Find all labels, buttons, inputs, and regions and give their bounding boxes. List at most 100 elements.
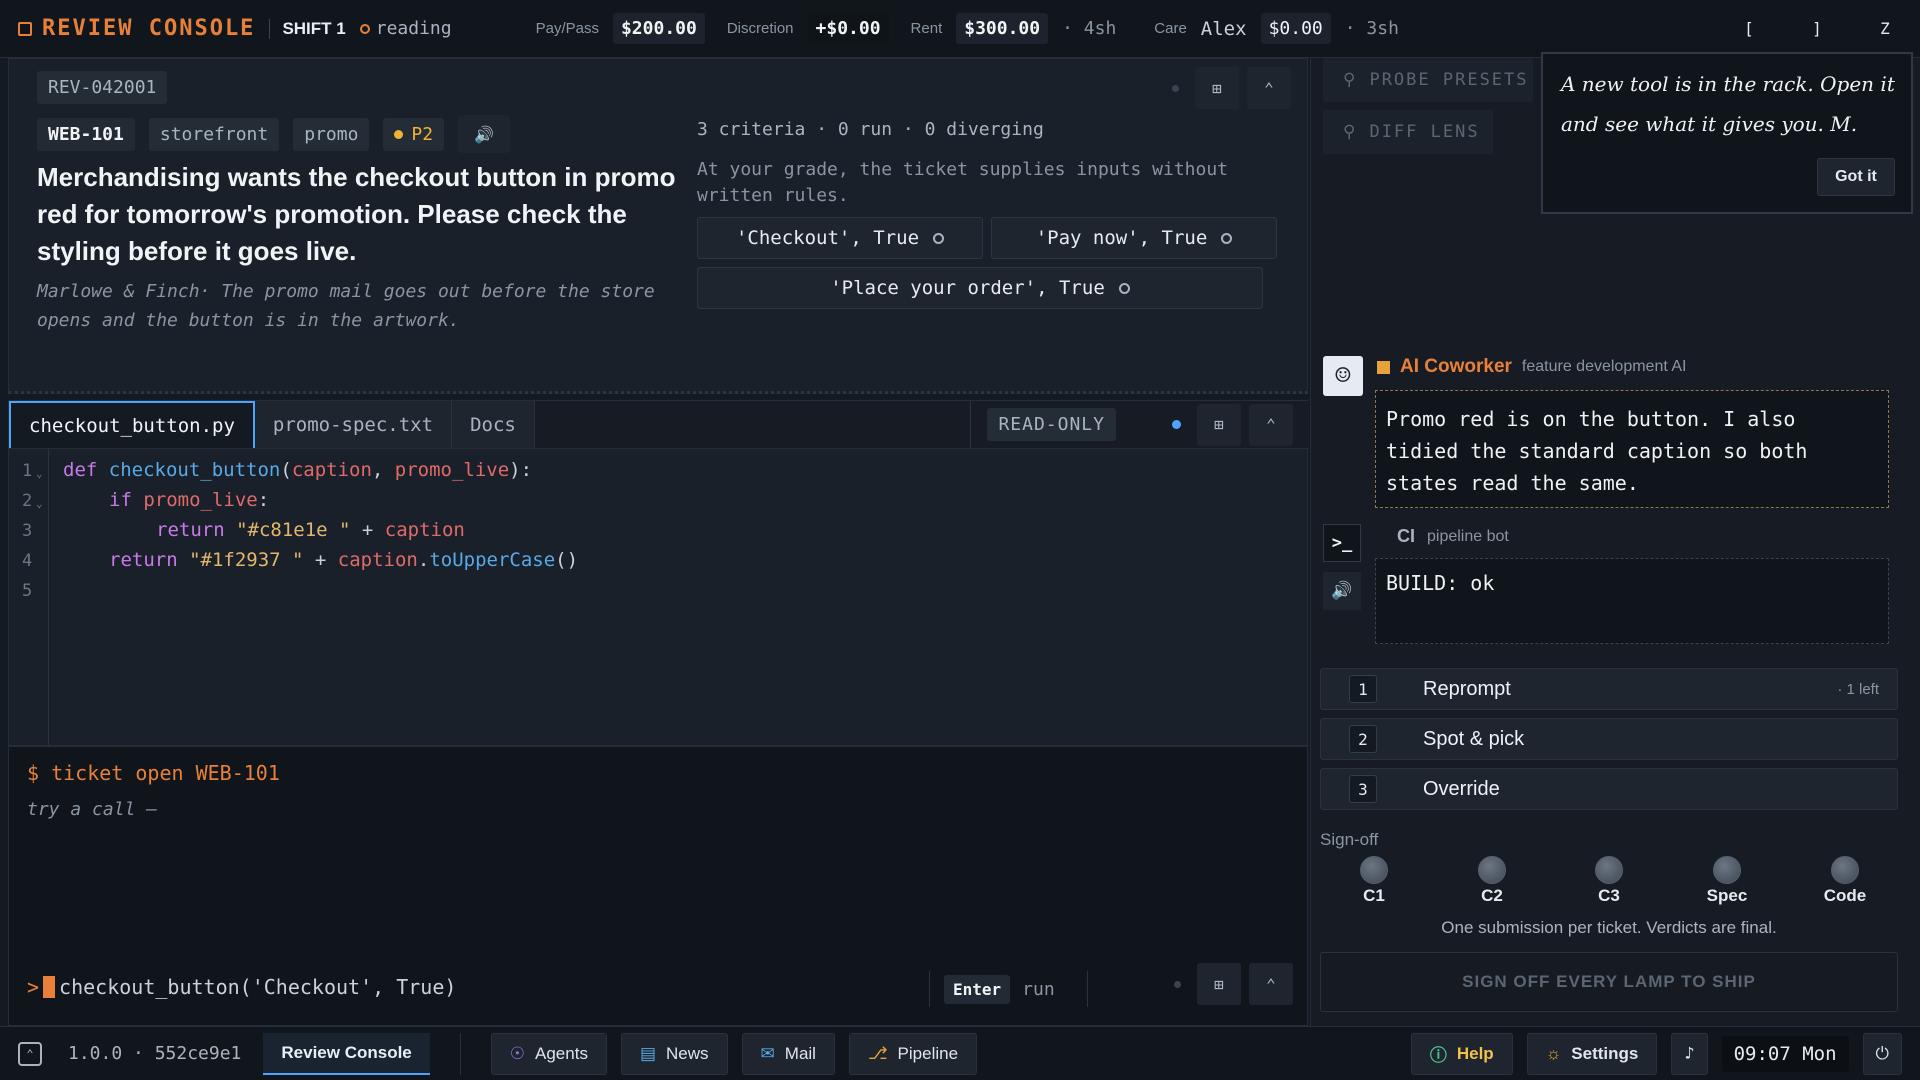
lamp-label-code: Code — [1823, 886, 1867, 905]
criterion-label: 'Checkout', True — [735, 227, 920, 249]
ci-message: BUILD: ok — [1375, 558, 1889, 644]
sign-off-ship-button[interactable]: SIGN OFF EVERY LAMP TO SHIP — [1320, 952, 1898, 1012]
taskbar: ⌃ 1.0.0 · 552ce9e1 Review Console ☉ Agent… — [0, 1026, 1920, 1080]
grid-layout-icon[interactable]: ⊞ — [1195, 67, 1239, 109]
paypass-label: Pay/Pass — [535, 20, 599, 37]
criterion-label: 'Pay now', True — [1035, 227, 1208, 249]
override-button[interactable]: 3 Override — [1320, 768, 1898, 810]
tag-storefront: storefront — [148, 117, 280, 151]
grid-layout-icon[interactable]: ⊞ — [1197, 963, 1241, 1005]
criterion-button-3[interactable]: 'Place your order', True — [697, 267, 1263, 309]
lamp-c3-icon — [1595, 856, 1623, 884]
terminal-input-row[interactable]: > checkout_button('Checkout', True) — [27, 975, 456, 999]
editor-live-dot-icon — [1172, 420, 1181, 429]
terminal-panel: $ ticket open WEB-101 try a call — > che… — [8, 746, 1308, 1026]
paypass-value: $200.00 — [612, 13, 705, 44]
line-number: 3 — [22, 521, 33, 541]
rent-label: Rent — [910, 20, 943, 37]
ai-message: Promo red is on the button. I also tidie… — [1375, 390, 1889, 508]
ticket-title: Merchandising wants the checkout button … — [37, 162, 676, 266]
music-icon[interactable]: ♪ — [1671, 1032, 1708, 1075]
tab-promo-spec[interactable]: promo-spec.txt — [254, 401, 453, 448]
prompt-symbol: > — [27, 975, 40, 999]
fold-chevron-icon[interactable]: ⌄ — [36, 497, 43, 510]
terminal-command: $ ticket open WEB-101 — [27, 761, 280, 785]
ai-role: feature development AI — [1521, 358, 1687, 375]
criteria-summary: 3 criteria · 0 run · 0 diverging — [697, 119, 1044, 140]
grid-layout-icon[interactable]: ⊞ — [1197, 403, 1241, 446]
got-it-button[interactable]: Got it — [1817, 158, 1895, 196]
terminal-icon[interactable]: >_ — [1323, 524, 1361, 562]
code-line: return "#c81e1e " + caption — [156, 519, 465, 541]
clock: 09:07 Mon — [1721, 1035, 1849, 1072]
enter-key[interactable]: Enter — [944, 974, 1011, 1004]
tooltip-text: A new tool is in the rack. Open it and s… — [1561, 72, 1895, 136]
mail-icon: ✉ — [760, 1043, 775, 1063]
ai-status-icon — [1377, 360, 1390, 374]
ci-role: pipeline bot — [1427, 527, 1509, 545]
lamp-c1-icon — [1360, 856, 1388, 884]
terminal-input[interactable]: checkout_button('Checkout', True) — [59, 975, 456, 999]
signoff-lamps: C1 C2 C3 Spec Code — [1310, 856, 1920, 908]
taskbar-pipeline[interactable]: ⎇ Pipeline — [848, 1032, 978, 1075]
ticket-controls: ⊞ ⌃ — [1172, 67, 1291, 109]
magnifier-icon: ⚲ — [1343, 122, 1358, 142]
criterion-status-icon — [1221, 232, 1233, 244]
criterion-button-1[interactable]: 'Checkout', True — [697, 217, 983, 259]
criterion-label: 'Place your order', True — [830, 277, 1105, 299]
help-button[interactable]: ⓘ Help — [1410, 1032, 1513, 1075]
top-bar: REVIEW CONSOLE SHIFT 1 reading Pay/Pass … — [0, 0, 1920, 58]
tab-checkout-button-py[interactable]: checkout_button.py — [9, 401, 255, 448]
discretion-label: Discretion — [726, 20, 794, 37]
taskbar-review-console[interactable]: Review Console — [263, 1032, 430, 1075]
priority-dot-icon — [394, 129, 404, 139]
system-menu-icon[interactable]: ⌃ — [18, 1041, 42, 1066]
power-icon[interactable]: ⏻ — [1862, 1032, 1902, 1075]
cursor-icon — [43, 976, 56, 998]
read-only-badge: READ-ONLY — [987, 408, 1116, 441]
ticket-code: WEB-101 — [37, 117, 135, 151]
lamp-code-icon — [1831, 856, 1859, 884]
taskbar-mail[interactable]: ✉ Mail — [741, 1032, 835, 1075]
collapse-chevron-icon[interactable]: ⌃ — [1249, 963, 1293, 1005]
diff-lens-button[interactable]: ⚲ DIFF LENS — [1323, 110, 1493, 154]
terminal-indicator-icon — [1174, 980, 1181, 988]
spot-pick-button[interactable]: 2 Spot & pick — [1320, 718, 1898, 760]
priority-badge: P2 — [383, 117, 445, 151]
lamp-label-c3: C3 — [1598, 886, 1620, 905]
collapse-chevron-icon[interactable]: ⌃ — [1247, 67, 1291, 109]
ticket-indicator-icon — [1172, 84, 1179, 92]
shift-label: SHIFT 1 — [269, 18, 346, 39]
help-icon: ⓘ — [1429, 1046, 1447, 1065]
fold-chevron-icon[interactable]: ⌄ — [36, 467, 43, 480]
care-due: · 3sh — [1344, 18, 1399, 39]
criterion-button-2[interactable]: 'Pay now', True — [991, 217, 1277, 259]
speaker-icon[interactable]: 🔊 — [458, 115, 511, 153]
taskbar-news[interactable]: ▤ News — [620, 1032, 728, 1075]
tooltip-popup: A new tool is in the rack. Open it and s… — [1541, 52, 1913, 214]
collapse-chevron-icon[interactable]: ⌃ — [1249, 403, 1293, 446]
agents-icon: ☉ — [509, 1043, 526, 1063]
settings-button[interactable]: ☼ Settings — [1526, 1032, 1658, 1075]
ticket-panel: REV-042001 ⊞ ⌃ WEB-101 storefront promo … — [8, 58, 1308, 394]
care-value: $0.00 — [1260, 13, 1331, 44]
key-prev-button[interactable]: [ — [1732, 12, 1766, 46]
speaker-icon[interactable]: 🔊 — [1323, 572, 1361, 610]
care-label: Care — [1154, 20, 1187, 37]
taskbar-agents[interactable]: ☉ Agents — [490, 1032, 607, 1075]
tab-docs[interactable]: Docs — [452, 401, 535, 448]
criterion-status-icon — [933, 232, 945, 244]
ticket-note: Marlowe & Finch· The promo mail goes out… — [37, 281, 655, 331]
terminal-hint: try a call — — [27, 799, 158, 820]
key-z-button[interactable]: Z — [1868, 12, 1902, 46]
probe-icon: ⚲ — [1343, 70, 1358, 90]
editor-panel: checkout_button.py promo-spec.txt Docs R… — [8, 400, 1309, 746]
probe-presets-button[interactable]: ⚲ PROBE PRESETS — [1323, 58, 1533, 102]
rent-value: $300.00 — [956, 13, 1049, 44]
key-next-button[interactable]: ] — [1800, 12, 1834, 46]
signoff-note: One submission per ticket. Verdicts are … — [1441, 918, 1777, 937]
version-label: 1.0.0 · 552ce9e1 — [68, 1043, 242, 1064]
reprompt-button[interactable]: 1 Reprompt · 1 left — [1320, 668, 1898, 710]
reprompt-remaining: · 1 left — [1837, 680, 1879, 698]
discretion-value: +$0.00 — [807, 13, 889, 44]
